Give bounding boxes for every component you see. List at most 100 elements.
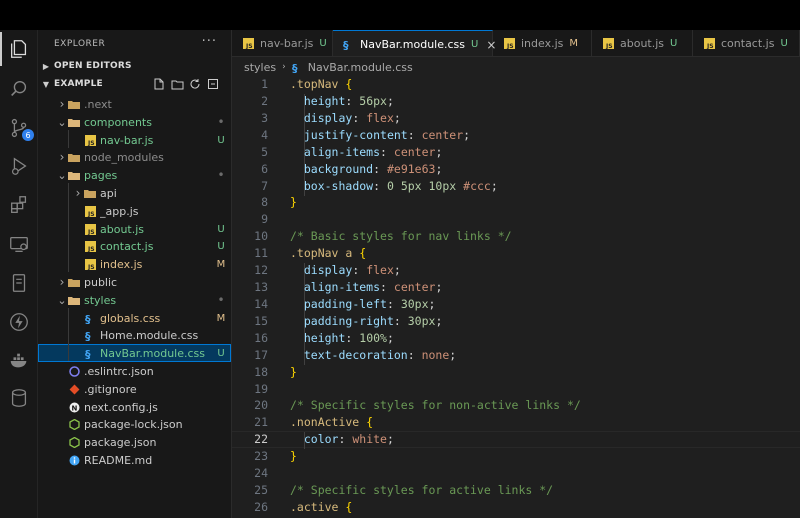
code-line[interactable]: color: white; [290,432,394,446]
open-editors-section[interactable]: ▶ OPEN EDITORS [38,57,231,75]
explorer-icon[interactable] [0,32,32,66]
code-line[interactable]: text-decoration: none; [290,348,456,362]
code-line[interactable]: } [290,365,297,379]
code-line[interactable]: display: flex; [290,111,401,125]
code-line[interactable]: padding-right: 30px; [290,314,443,328]
tree-item-navbar-module-css[interactable]: § NavBar.module.css U [38,344,231,362]
tab-navbar-module-css[interactable]: § NavBar.module.css U × [333,30,496,56]
code-line[interactable]: .topNav a { [290,246,366,260]
tree-item-api[interactable]: › api [38,184,231,202]
code-line[interactable]: .topNav { [290,77,352,91]
tree-item-contact-js[interactable]: JS contact.js U [38,237,231,255]
code-line[interactable]: /* Basic styles for nav links */ [290,229,512,243]
breadcrumb-folder[interactable]: styles [244,61,276,74]
line-number: 6 [261,162,268,176]
tree-item-readme-md[interactable]: README.md [38,451,231,469]
line-number: 19 [254,382,268,396]
tree-item-pages[interactable]: ⌄ pages • [38,166,231,184]
code-token-sel: .topNav [290,77,346,91]
tree-item-label: .gitignore [84,382,137,396]
tab-contact-js[interactable]: JS contact.js U [693,30,800,56]
tree-item-label: package.json [84,435,157,449]
tree-item-public[interactable]: › public [38,273,231,291]
code-token-punc: ; [386,331,394,345]
tree-item-next[interactable]: › .next [38,95,231,113]
tab-nav-bar-js[interactable]: JS nav-bar.js U [232,30,333,56]
git-status: U [217,223,225,235]
chevron-down-icon: ⌄ [57,115,67,129]
tree-item-app-js[interactable]: JS _app.js [38,202,231,220]
project-section[interactable]: ▼ EXAMPLE [38,75,231,93]
breadcrumb-file[interactable]: NavBar.module.css [308,61,413,74]
code-line[interactable]: align-items: center; [290,145,443,159]
chevron-down-icon: ▼ [42,79,50,89]
tree-item-nav-bar-js[interactable]: JS nav-bar.js U [38,131,231,149]
tree-item-node-modules[interactable]: › node_modules [38,148,231,166]
git-status: U [217,134,225,146]
line-number: 4 [261,128,268,142]
new-folder-icon[interactable] [170,77,184,91]
code-line[interactable]: justify-content: center; [290,128,470,142]
code-line[interactable]: height: 100%; [290,331,394,345]
refresh-icon[interactable] [188,77,202,91]
code-line[interactable]: .nonActive { [290,415,373,429]
source-control-icon[interactable]: 6 [6,115,34,141]
code-editor[interactable]: 1 .topNav {2 height: 56px; 3 display: flex… [232,77,800,518]
code-line[interactable]: display: flex; [290,263,401,277]
code-token-prop: display [303,263,353,277]
js-file-icon: JS [84,134,96,146]
tree-item-eslintrc-json[interactable]: .eslintrc.json [38,362,231,380]
code-line[interactable]: .active { [290,500,352,514]
code-token-num: 0 5px 10px [386,179,457,193]
testing-icon[interactable] [6,270,32,296]
thunder-client-icon[interactable] [6,309,32,335]
tree-item-next-config-js[interactable]: Nnext.config.js [38,398,231,416]
line-number: 2 [261,94,268,108]
svg-text:JS: JS [87,229,95,235]
line-number: 14 [254,297,268,311]
more-actions-icon[interactable]: ··· [202,34,217,49]
tab-about-js[interactable]: JS about.js U [592,30,693,56]
code-token-val: white [352,432,387,446]
code-line[interactable]: height: 56px; [290,94,394,108]
npm-icon [68,436,80,448]
code-line[interactable]: box-shadow: 0 5px 10px #ccc; [290,179,498,193]
collapse-all-icon[interactable] [206,77,220,91]
code-line[interactable]: /* Specific styles for non-active links … [290,398,581,412]
new-file-icon[interactable] [152,77,166,91]
tree-item-label: Home.module.css [100,328,199,342]
line-number: 21 [254,415,268,429]
line-number: 13 [254,280,268,294]
tree-item-home-module-css[interactable]: § Home.module.css [38,326,231,344]
search-icon[interactable] [6,76,32,102]
code-line[interactable]: align-items: center; [290,280,443,294]
tree-item-about-js[interactable]: JS about.js U [38,220,231,238]
line-number: 25 [254,483,268,497]
code-line[interactable]: /* Specific styles for active links */ [290,483,553,497]
tree-item-gitignore[interactable]: .gitignore [38,380,231,398]
code-line[interactable]: } [290,449,297,463]
tree-item-index-js[interactable]: JS index.js M [38,255,231,273]
js-file-icon: JS [84,223,96,235]
extensions-icon[interactable] [6,192,32,218]
tree-item-components[interactable]: ⌄ components • [38,113,231,131]
git-status: M [216,312,226,324]
tree-item-package-json[interactable]: package.json [38,433,231,451]
code-line[interactable]: } [290,195,297,209]
code-token-val: #e91e63 [386,162,436,176]
code-line[interactable]: background: #e91e63; [290,162,443,176]
tree-item-globals-css[interactable]: § globals.css M [38,309,231,327]
remote-explorer-icon[interactable] [6,231,32,257]
run-debug-icon[interactable] [6,153,32,179]
tab-index-js[interactable]: JS index.js M [493,30,592,56]
tree-item-package-lock-json[interactable]: package-lock.json [38,415,231,433]
code-line[interactable]: padding-left: 30px; [290,297,436,311]
code-token-num: 30px [400,297,429,311]
code-token-prop: color [303,432,339,446]
tree-item-label: api [100,186,117,200]
docker-icon[interactable] [6,348,32,374]
tree-item-styles[interactable]: ⌄ styles • [38,291,231,309]
tab-label: nav-bar.js [260,37,314,50]
code-token-com: /* Specific styles for non-active links … [290,398,581,412]
database-icon[interactable] [6,385,32,411]
